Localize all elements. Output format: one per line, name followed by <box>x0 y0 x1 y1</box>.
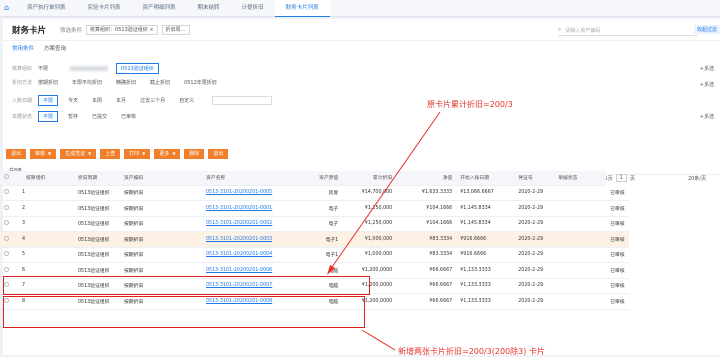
arrow-line-top <box>329 111 441 271</box>
arrow-head-top <box>327 265 335 275</box>
arrow-line-bottom <box>361 329 396 351</box>
annotation-arrows <box>327 111 441 351</box>
